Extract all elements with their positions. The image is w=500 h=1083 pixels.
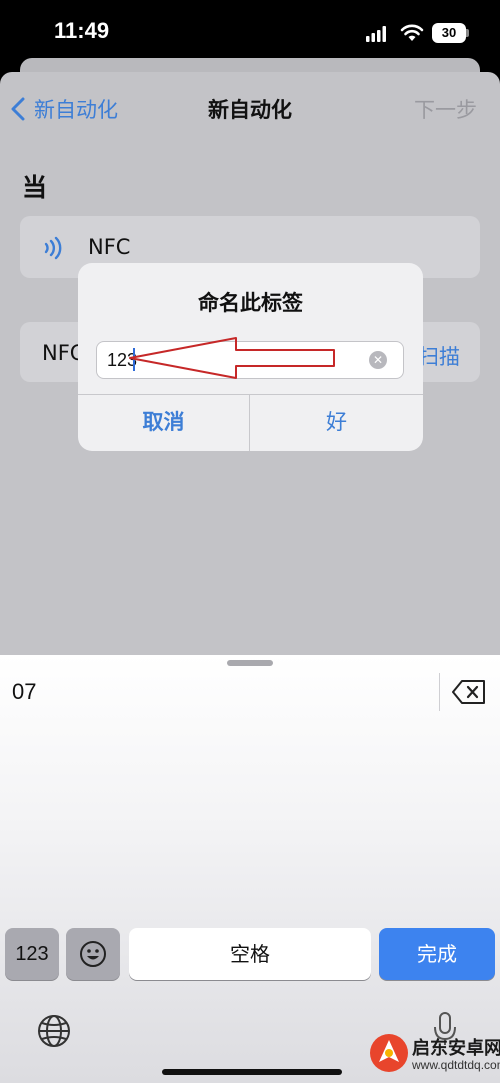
next-button[interactable]: 下一步 [414,94,477,124]
watermark: 启东安卓网 www.qdtdtdq.com [368,1032,500,1078]
section-heading: 当 [22,173,48,202]
wifi-icon [400,24,424,41]
signal-icon [366,26,386,42]
clear-icon[interactable]: ✕ [369,351,387,369]
home-indicator [162,1069,342,1075]
battery-tip [466,29,469,37]
candidate-word[interactable]: 07 [12,679,36,705]
numbers-key[interactable]: 123 [5,928,59,980]
emoji-icon [80,941,106,967]
battery-indicator: 30 [432,23,466,43]
emoji-key[interactable] [66,928,120,980]
nfc-icon [44,236,62,260]
grabber-handle[interactable] [227,660,273,666]
watermark-logo-icon [370,1034,408,1072]
keyboard: 07 123 空格 完成 [0,655,500,1083]
status-time: 11:49 [54,18,110,43]
space-key[interactable]: 空格 [129,928,371,980]
watermark-name: 启东安卓网 [412,1038,500,1059]
watermark-url: www.qdtdtdq.com [412,1058,500,1072]
ok-button[interactable]: 好 [250,394,423,451]
done-key[interactable]: 完成 [379,928,495,980]
globe-icon[interactable] [36,1013,72,1049]
backspace-icon[interactable] [452,679,486,705]
arrow-annotation [129,337,335,379]
divider [439,673,440,711]
cancel-button[interactable]: 取消 [78,394,249,451]
trigger-label: NFC [88,235,131,259]
alert-title: 命名此标签 [198,291,303,315]
scan-button[interactable]: 扫描 [418,341,460,371]
